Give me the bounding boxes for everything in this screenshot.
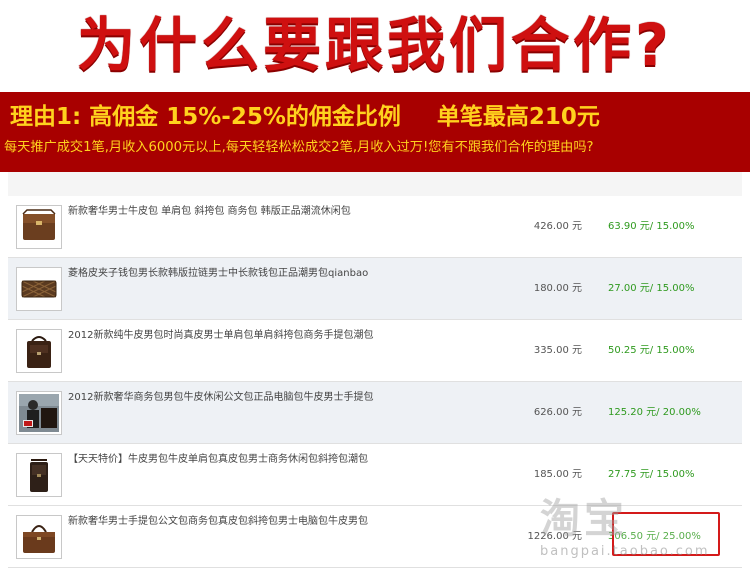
reason-banner: 理由1: 高佣金 15%-25%的佣金比例 单笔最高210元 每天推广成交1笔,… bbox=[0, 92, 750, 172]
headline-area: 为什么要跟我们合作? bbox=[0, 0, 750, 92]
product-row[interactable]: 2012新款奢华商务包男包牛皮休闲公文包正品电脑包牛皮男士手提包 626.00 … bbox=[8, 382, 742, 444]
product-price: 426.00 元 bbox=[533, 221, 582, 232]
product-row[interactable]: 2012新款纯牛皮男包时尚真皮男士单肩包单肩斜挎包商务手提包潮包 335.00 … bbox=[8, 320, 742, 382]
product-row[interactable]: 菱格皮夹子钱包男长款韩版拉链男士中长款钱包正品潮男包qianbao 180.00… bbox=[8, 258, 742, 320]
reason-subline: 每天推广成交1笔,月收入6000元以上,每天轻轻松松成交2笔,月收入过万!您有不… bbox=[4, 140, 594, 155]
product-name[interactable]: 2012新款纯牛皮男包时尚真皮男士单肩包单肩斜挎包商务手提包潮包 bbox=[68, 329, 488, 343]
commission-amount: 27.00 元/ bbox=[608, 283, 654, 294]
red-stamp-frame bbox=[612, 512, 720, 556]
product-name[interactable]: 菱格皮夹子钱包男长款韩版拉链男士中长款钱包正品潮男包qianbao bbox=[68, 267, 488, 281]
shoulder-bag-icon bbox=[27, 336, 51, 368]
product-thumbnail[interactable] bbox=[16, 453, 62, 497]
product-price: 626.00 元 bbox=[533, 407, 582, 418]
reason-line: 理由1: 高佣金 15%-25%的佣金比例 单笔最高210元 bbox=[10, 100, 750, 134]
product-thumbnail[interactable] bbox=[16, 391, 62, 435]
product-name[interactable]: 新款奢华男士牛皮包 单肩包 斜挎包 商务包 韩版正品潮流休闲包 bbox=[68, 205, 488, 219]
product-commission: 27.75 元/ 15.00% bbox=[608, 468, 728, 482]
product-thumbnail[interactable] bbox=[16, 329, 62, 373]
product-thumbnail[interactable] bbox=[16, 205, 62, 249]
product-price: 180.00 元 bbox=[533, 283, 582, 294]
page-title: 为什么要跟我们合作? bbox=[77, 11, 673, 79]
product-row[interactable]: 【天天特价】牛皮男包牛皮单肩包真皮包男士商务休闲包斜挎包潮包 185.00 元 … bbox=[8, 444, 742, 506]
product-name[interactable]: 【天天特价】牛皮男包牛皮单肩包真皮包男士商务休闲包斜挎包潮包 bbox=[68, 453, 488, 467]
commission-rate: 15.00% bbox=[656, 221, 695, 232]
product-commission: 27.00 元/ 15.00% bbox=[608, 282, 728, 296]
product-thumbnail[interactable] bbox=[16, 267, 62, 311]
product-price: 185.00 元 bbox=[533, 469, 582, 480]
commission-amount: 125.20 元/ bbox=[608, 407, 660, 418]
product-commission: 63.90 元/ 15.00% bbox=[608, 220, 728, 234]
commission-amount: 27.75 元/ bbox=[608, 469, 654, 480]
product-name[interactable]: 新款奢华男士手提包公文包商务包真皮包斜挎包男士电脑包牛皮男包 bbox=[68, 515, 488, 529]
reason-prefix: 理由1: bbox=[10, 104, 82, 130]
list-header-strip bbox=[8, 172, 742, 197]
wallet-icon bbox=[21, 280, 57, 298]
commission-amount: 50.25 元/ bbox=[608, 345, 654, 356]
product-price: 335.00 元 bbox=[533, 345, 582, 356]
reason-max: 单笔最高210元 bbox=[436, 104, 600, 130]
commission-rate: 15.00% bbox=[656, 345, 695, 356]
briefcase-photo-icon bbox=[19, 394, 59, 432]
crossbody-bag-icon bbox=[30, 459, 48, 492]
product-row[interactable]: 新款奢华男士牛皮包 单肩包 斜挎包 商务包 韩版正品潮流休闲包 426.00 元… bbox=[8, 196, 742, 258]
product-commission: 125.20 元/ 20.00% bbox=[608, 406, 728, 420]
product-name[interactable]: 2012新款奢华商务包男包牛皮休闲公文包正品电脑包牛皮男士手提包 bbox=[68, 391, 488, 405]
commission-rate: 15.00% bbox=[656, 469, 695, 480]
reason-main: 高佣金 15%-25%的佣金比例 bbox=[89, 104, 401, 130]
product-price: 1226.00 元 bbox=[527, 531, 582, 542]
commission-rate: 20.00% bbox=[662, 407, 701, 418]
commission-rate: 15.00% bbox=[656, 283, 695, 294]
handbag-icon bbox=[23, 525, 55, 553]
product-thumbnail[interactable] bbox=[16, 515, 62, 559]
messenger-bag-icon bbox=[22, 209, 56, 240]
product-commission: 50.25 元/ 15.00% bbox=[608, 344, 728, 358]
commission-amount: 63.90 元/ bbox=[608, 221, 654, 232]
